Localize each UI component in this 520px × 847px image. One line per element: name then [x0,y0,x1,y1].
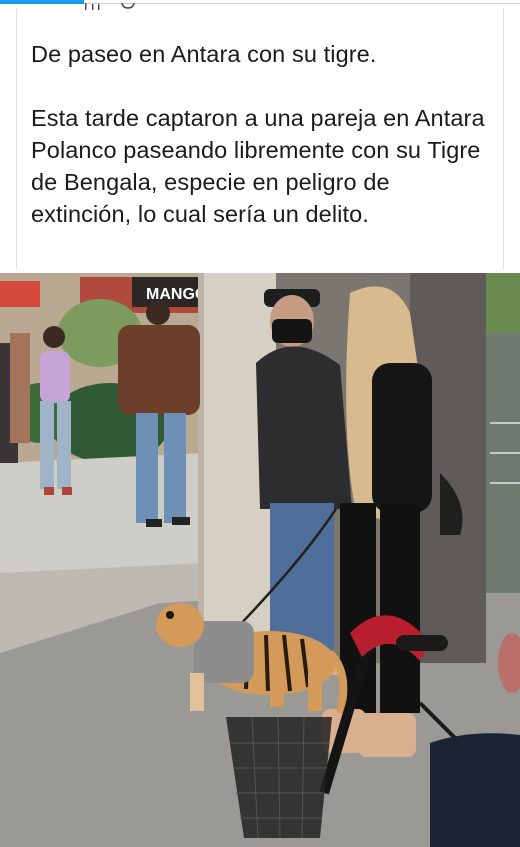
post-photo[interactable]: MANGO [0,273,520,847]
post-text: De paseo en Antara con su tigre. Esta ta… [31,38,491,230]
post-title: De paseo en Antara con su tigre. [31,41,377,67]
mall-scene-image: MANGO [0,273,520,847]
post-body: Esta tarde captaron a una pareja en Anta… [31,105,485,227]
top-strip [0,0,520,10]
active-tab-indicator [0,0,84,4]
top-divider [84,3,520,4]
